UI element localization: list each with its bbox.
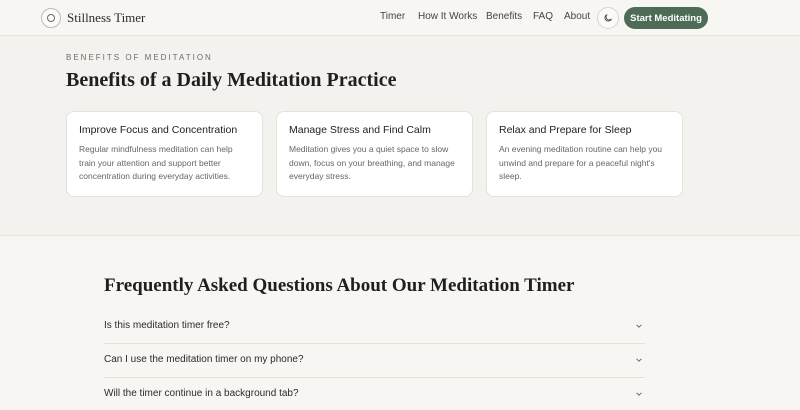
benefit-card-focus: Improve Focus and Concentration Regular … [66,111,263,197]
faq-item[interactable]: Can I use the meditation timer on my pho… [104,344,645,378]
chevron-down-icon [636,324,642,328]
faq-question: Will the timer continue in a background … [104,388,299,399]
nav-link-how-it-works[interactable]: How It Works [418,11,477,22]
brand-name: Stillness Timer [67,10,146,25]
nav-link-timer[interactable]: Timer [380,11,405,22]
benefit-card-title: Relax and Prepare for Sleep [499,124,632,136]
benefit-card-body: Regular mindfulness meditation can help … [79,144,233,181]
brand-logo-icon [41,8,61,28]
theme-toggle-button[interactable] [597,7,619,29]
faq-item[interactable]: Is this meditation timer free? [104,310,645,344]
nav-link-benefits[interactable]: Benefits [486,11,522,22]
faq-title: Frequently Asked Questions About Our Med… [104,275,575,296]
top-nav: Stillness Timer Timer How It Works Benef… [0,0,800,36]
moon-icon [604,14,612,22]
brand[interactable]: Stillness Timer [41,8,145,28]
benefit-card-stress: Manage Stress and Find Calm Meditation g… [276,111,473,197]
benefit-card-title: Manage Stress and Find Calm [289,124,431,136]
start-meditating-button[interactable]: Start Meditating [624,7,708,29]
nav-link-about[interactable]: About [564,11,590,22]
chevron-down-icon [636,392,642,396]
faq-question: Can I use the meditation timer on my pho… [104,354,304,365]
benefit-card-sleep: Relax and Prepare for Sleep An evening m… [486,111,683,197]
faq-question: Is this meditation timer free? [104,320,230,331]
faq-item[interactable]: Will the timer continue in a background … [104,378,645,410]
benefits-eyebrow: BENEFITS OF MEDITATION [66,53,213,62]
benefit-card-body: An evening meditation routine can help y… [499,144,663,181]
benefits-title: Benefits of a Daily Meditation Practice [66,69,397,91]
faq-section: Frequently Asked Questions About Our Med… [0,237,800,410]
benefit-card-body: Meditation gives you a quiet space to sl… [289,144,455,181]
benefit-card-title: Improve Focus and Concentration [79,124,238,136]
benefits-section: BENEFITS OF MEDITATION Benefits of a Dai… [0,36,800,236]
chevron-down-icon [636,358,642,362]
nav-link-faq[interactable]: FAQ [533,11,553,22]
